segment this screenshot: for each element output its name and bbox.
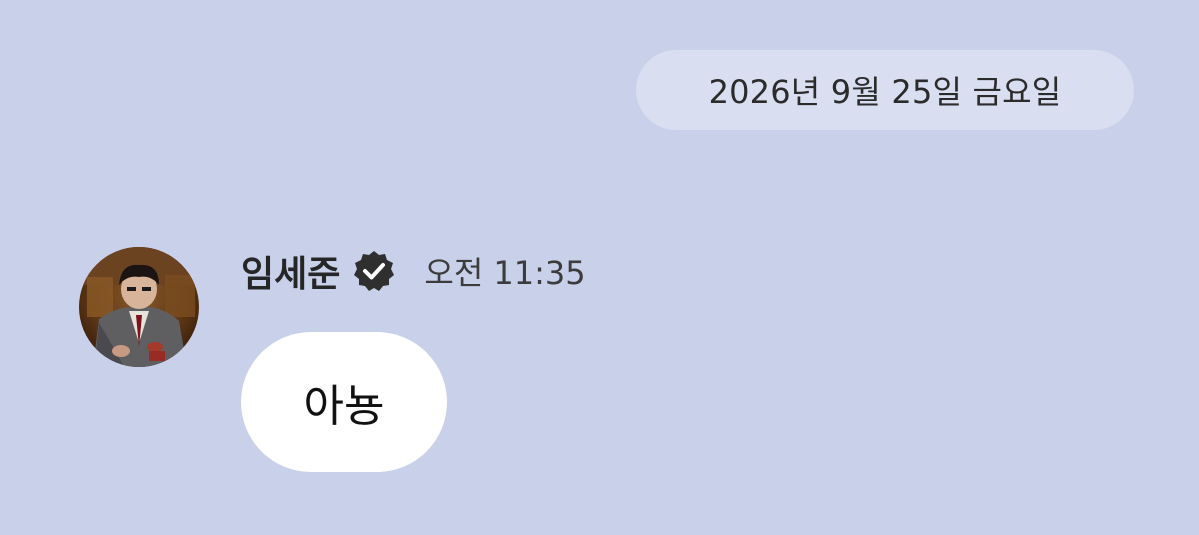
message-time: 오전 11:35: [424, 254, 586, 292]
date-separator: 2026년 9월 25일 금요일: [636, 50, 1134, 130]
message-header: 임세준 오전 11:35: [241, 243, 586, 299]
message-bubble[interactable]: 아뇽: [241, 332, 447, 472]
avatar[interactable]: [79, 247, 199, 367]
chat-area[interactable]: 2026년 9월 25일 금요일 임세준 오전 11:35 아뇽: [0, 0, 1199, 535]
message-text: 아뇽: [303, 381, 385, 432]
profile-photo: [79, 247, 199, 367]
sender-name[interactable]: 임세준: [241, 245, 340, 297]
date-separator-label: 2026년 9월 25일 금요일: [708, 73, 1062, 111]
verified-badge-icon: [352, 249, 396, 293]
